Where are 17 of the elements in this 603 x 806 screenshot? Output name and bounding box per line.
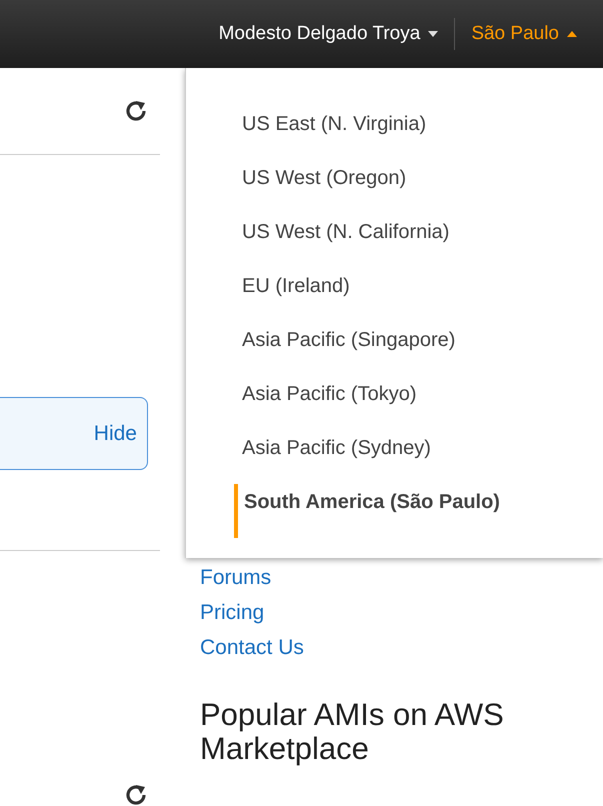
region-option[interactable]: US West (Oregon) — [238, 160, 603, 214]
caret-up-icon — [567, 31, 577, 37]
section-heading: Popular AMIs on AWS Marketplace — [200, 698, 505, 766]
caret-down-icon — [428, 31, 438, 37]
region-option[interactable]: South America (São Paulo) — [234, 484, 603, 538]
user-menu[interactable]: Modesto Delgado Troya — [202, 23, 454, 45]
region-option[interactable]: US East (N. Virginia) — [238, 106, 603, 160]
help-link[interactable]: Pricing — [200, 601, 603, 625]
region-option[interactable]: Asia Pacific (Sydney) — [238, 430, 603, 484]
region-option[interactable]: Asia Pacific (Tokyo) — [238, 376, 603, 430]
region-menu[interactable]: São Paulo — [455, 23, 593, 45]
region-option[interactable]: US West (N. California) — [238, 214, 603, 268]
hide-link[interactable]: Hide — [94, 422, 137, 446]
help-link[interactable]: Contact Us — [200, 636, 603, 660]
help-link[interactable]: Forums — [200, 566, 603, 590]
region-option[interactable]: Asia Pacific (Singapore) — [238, 322, 603, 376]
region-option[interactable]: EU (Ireland) — [238, 268, 603, 322]
